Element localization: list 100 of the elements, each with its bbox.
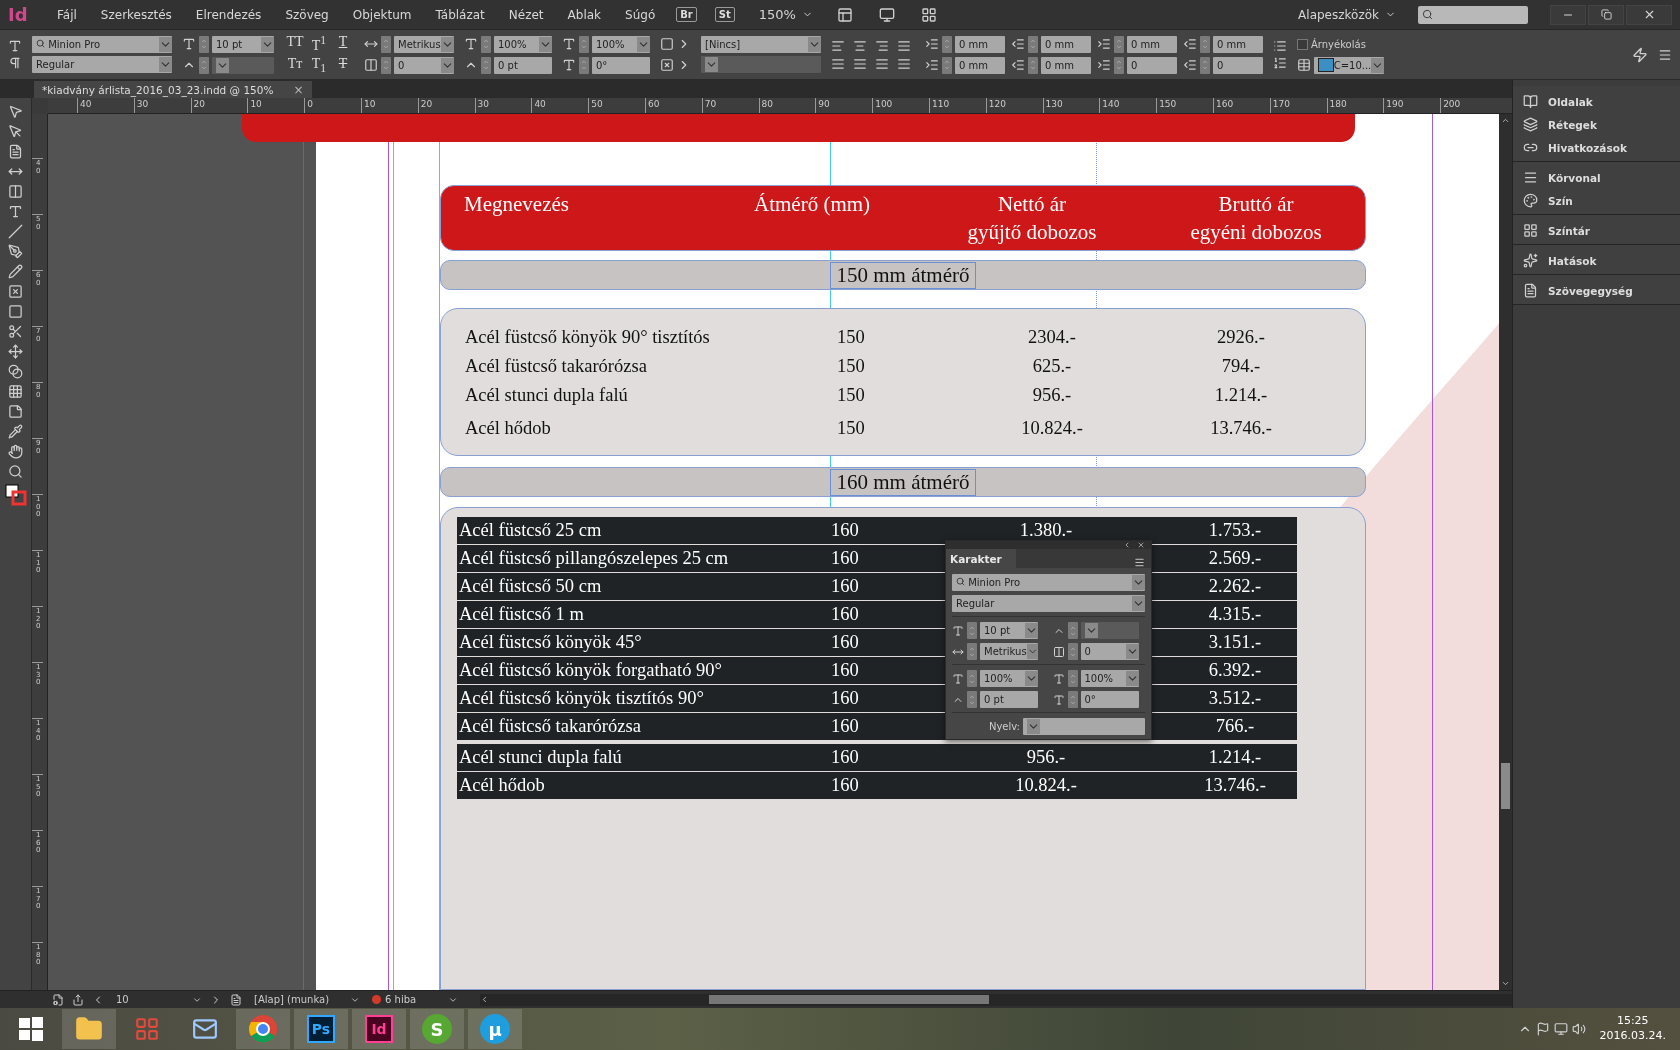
close-button[interactable]	[1626, 4, 1672, 25]
fill-stroke-icon[interactable]	[4, 484, 27, 506]
vertical-scale-dropdown[interactable]: 100%	[980, 670, 1038, 687]
stepper-button[interactable]	[1067, 643, 1078, 660]
character-style-dropdown[interactable]: [Nincs]	[701, 36, 821, 53]
menu-item[interactable]: Ablak	[556, 7, 613, 22]
bridge-button[interactable]: Br	[676, 7, 697, 22]
panel-tab[interactable]: Karakter	[946, 549, 1016, 568]
scroll-thumb[interactable]	[1501, 763, 1510, 809]
minimize-button[interactable]	[1550, 4, 1586, 25]
stepper-button[interactable]	[942, 35, 952, 53]
scroll-thumb[interactable]	[709, 995, 989, 1004]
hand-icon[interactable]	[8, 444, 23, 459]
vertical-scrollbar[interactable]	[1499, 114, 1512, 990]
stepper-button[interactable]	[1028, 56, 1038, 74]
baseline-field[interactable]: 0 pt	[980, 691, 1038, 708]
text-style-button[interactable]: T	[332, 55, 354, 75]
stepper-button[interactable]	[579, 35, 589, 53]
size-dropdown[interactable]: 10 pt	[212, 35, 274, 53]
indent-field[interactable]: 0	[1213, 56, 1263, 74]
move-icon[interactable]	[8, 344, 23, 359]
style-dropdown[interactable]: Regular	[32, 56, 172, 73]
stepper-button[interactable]	[1200, 35, 1210, 53]
stepper-button[interactable]	[1114, 56, 1124, 74]
indent-field[interactable]: 0 mm	[1041, 56, 1091, 74]
menu-item[interactable]: Objektum	[341, 7, 423, 22]
zoom-icon[interactable]	[8, 464, 23, 479]
note-icon[interactable]	[8, 404, 23, 419]
stepper-button[interactable]	[1067, 670, 1078, 687]
skew-field[interactable]: 0°	[592, 56, 650, 74]
skew-field[interactable]: 0°	[1080, 691, 1139, 708]
stepper-button[interactable]	[579, 56, 589, 74]
tracking-dropdown[interactable]: Metrikus	[980, 643, 1038, 660]
horizontal-scrollbar[interactable]	[480, 993, 1512, 1006]
leading-dropdown[interactable]	[212, 56, 274, 74]
gradient-icon[interactable]	[8, 364, 23, 379]
pen-icon[interactable]	[8, 244, 23, 259]
stock-button[interactable]: St	[714, 7, 735, 22]
stepper-button[interactable]	[942, 56, 952, 74]
document-tab[interactable]: *kiadvány árlista_2016_03_23.indd @ 150% ×	[34, 81, 312, 98]
indent-field[interactable]: 0 mm	[1041, 35, 1091, 53]
stepper-button[interactable]	[481, 35, 491, 53]
master-dropdown[interactable]: [Alap] (munka)	[250, 991, 360, 1008]
browser-icon[interactable]	[236, 1009, 290, 1049]
stepper-button[interactable]	[199, 56, 209, 74]
stepper-button[interactable]	[1028, 35, 1038, 53]
taskbar-app[interactable]: Id	[365, 1015, 393, 1043]
stepper-button[interactable]	[381, 56, 391, 74]
menu-item[interactable]: Fájl	[46, 7, 88, 22]
panel-item[interactable]: Hivatkozások	[1513, 140, 1680, 155]
stepper-button[interactable]	[481, 56, 491, 74]
menu-item[interactable]: Elrendezés	[184, 7, 273, 22]
columns-icon[interactable]	[8, 184, 23, 199]
panel-item[interactable]: Rétegek	[1513, 117, 1680, 132]
crossed-frame-icon[interactable]	[8, 284, 23, 299]
horizontal-scale-dropdown[interactable]: 100%	[1080, 670, 1139, 687]
stepper-button[interactable]	[1114, 35, 1124, 53]
style-dropdown[interactable]	[701, 56, 821, 73]
text-style-button[interactable]: TT	[284, 34, 306, 54]
menu-item[interactable]: Táblázat	[424, 7, 496, 22]
kerning-dropdown[interactable]: 0	[394, 56, 454, 74]
text-tool-icon[interactable]	[8, 204, 23, 219]
size-dropdown[interactable]: 10 pt	[980, 622, 1038, 639]
style-dropdown[interactable]: Regular	[952, 595, 1145, 612]
page-icon[interactable]	[8, 144, 23, 159]
leading-dropdown[interactable]	[1080, 622, 1139, 639]
grid-icon[interactable]	[8, 384, 23, 399]
kerning-dropdown[interactable]: 0	[1080, 643, 1139, 660]
font-dropdown[interactable]: Minion Pro	[32, 36, 172, 53]
indent-field[interactable]: 0 mm	[1127, 35, 1177, 53]
indent-field[interactable]: 0 mm	[955, 56, 1005, 74]
text-style-button[interactable]: Tт	[284, 55, 306, 75]
restore-button[interactable]	[1588, 4, 1624, 25]
hollow-arrow-icon[interactable]	[8, 124, 23, 139]
swatch-dropdown[interactable]: C=10...	[1314, 56, 1384, 74]
stepper-button[interactable]	[1067, 691, 1078, 708]
close-tab-button[interactable]: ×	[293, 82, 304, 97]
rectangle-icon[interactable]	[8, 304, 23, 319]
indent-field[interactable]: 0	[1127, 56, 1177, 74]
stepper-button[interactable]	[1200, 56, 1210, 74]
folder-icon[interactable]	[62, 1009, 116, 1049]
menu-item[interactable]: Szerkesztés	[89, 7, 183, 22]
errors-dropdown[interactable]: 6 hiba	[368, 991, 458, 1008]
vertical-scale-dropdown[interactable]: 100%	[494, 35, 552, 53]
font-dropdown[interactable]: Minion Pro	[952, 574, 1145, 591]
page-dropdown[interactable]: 10	[112, 991, 202, 1008]
menu-item[interactable]: Nézet	[497, 7, 555, 22]
baseline-field[interactable]: 0 pt	[494, 56, 552, 74]
text-style-button[interactable]: T$_{1}$	[308, 55, 330, 75]
stepper-button[interactable]	[381, 35, 391, 53]
arrow-icon[interactable]	[8, 104, 23, 119]
stepper-button[interactable]	[1067, 622, 1078, 639]
tracking-dropdown[interactable]: Metrikus	[394, 35, 454, 53]
panel-item[interactable]: Szín	[1513, 193, 1680, 208]
zoom-dropdown[interactable]: 150%	[758, 7, 813, 22]
text-style-button[interactable]: T$^{1}$	[308, 34, 330, 54]
text-style-button[interactable]: T	[332, 34, 354, 54]
menu-item[interactable]: Súgó	[614, 7, 667, 22]
horizontal-scale-dropdown[interactable]: 100%	[592, 35, 650, 53]
menu-item[interactable]: Szöveg	[274, 7, 340, 22]
